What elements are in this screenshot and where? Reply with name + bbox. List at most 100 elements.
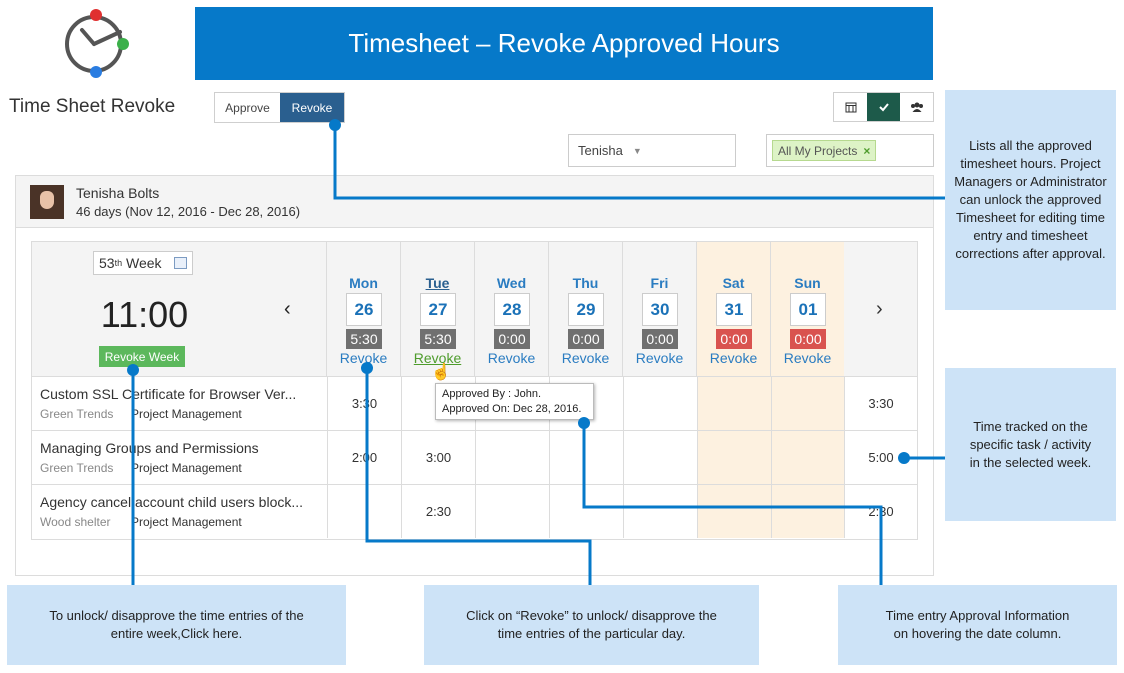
day-date: 26 [346,293,382,326]
day-column-mon[interactable]: Mon 26 5:30 Revoke [327,242,401,377]
day-date: 31 [716,293,752,326]
time-cell[interactable] [623,431,697,484]
callout-text: Lists all the approved timesheet hours. … [954,138,1107,261]
day-column-fri[interactable]: Fri 30 0:00 Revoke [623,242,697,377]
callout-text: Time tracked on the specific task / acti… [969,418,1092,470]
day-name: Tue [425,275,450,291]
revoke-day-link[interactable]: Revoke [697,350,770,366]
time-cell[interactable] [697,485,771,538]
next-week-arrow-icon[interactable]: › [876,298,883,321]
day-name: Wed [496,275,527,291]
client-name: Green Trends [40,461,114,475]
time-cell[interactable]: 2:30 [401,485,475,538]
revoke-day-link[interactable]: Revoke [327,350,400,366]
day-hours-badge: 0:00 [568,329,604,349]
time-cell[interactable] [327,485,401,538]
week-picker[interactable]: 53th Week [93,251,193,275]
time-cell[interactable] [771,431,845,484]
project-tag-label: All My Projects [778,143,858,158]
time-cell[interactable] [771,377,845,430]
revoke-day-link[interactable]: Revoke [475,350,548,366]
user-name: Tenisha Bolts [76,185,160,201]
dropdown-caret-icon: ▼ [632,145,642,156]
row-total: 3:30 [844,377,917,430]
day-date: 30 [642,293,678,326]
day-column-tue[interactable]: Tue 27 5:30 Revoke [401,242,475,377]
page-title: Time Sheet Revoke [9,96,176,117]
time-cell[interactable] [623,485,697,538]
time-cell[interactable] [623,377,697,430]
time-cell[interactable]: 3:00 [401,431,475,484]
callout-approval-info: Time entry Approval Information on hover… [838,585,1117,665]
callout-revoke-week: To unlock/ disapprove the time entries o… [7,585,346,665]
user-select[interactable]: Tenisha ▼ [568,134,736,167]
time-cell[interactable] [697,431,771,484]
revoke-day-link[interactable]: Revoke [771,350,844,366]
approval-view-button[interactable] [867,93,900,121]
day-hours-badge: 0:00 [642,329,678,349]
time-cell[interactable] [475,485,549,538]
week-word: Week [125,255,162,271]
revoke-day-link[interactable]: Revoke [549,350,622,366]
next-column: › [844,242,917,377]
day-name: Thu [572,275,599,291]
day-hours-badge: 0:00 [790,329,826,349]
time-cell[interactable] [549,431,623,484]
day-hours-badge: 0:00 [716,329,752,349]
user-select-value: Tenisha [578,143,623,158]
app-logo [65,9,129,78]
users-icon [910,102,923,112]
team-view-button[interactable] [900,93,933,121]
day-hours-badge: 5:30 [420,329,456,349]
day-name: Mon [349,275,378,291]
revoke-day-link[interactable]: Revoke [623,350,696,366]
task-title[interactable]: Custom SSL Certificate for Browser Ver..… [40,386,325,402]
approve-tab[interactable]: Approve [215,93,280,122]
callout-text: Time entry Approval Information on hover… [885,608,1070,641]
banner-title: Timesheet – Revoke Approved Hours [348,28,780,58]
time-cell[interactable]: 3:30 [327,377,401,430]
task-title[interactable]: Managing Groups and Permissions [40,440,325,456]
time-cell[interactable] [697,377,771,430]
day-column-sun[interactable]: Sun 01 0:00 Revoke [771,242,845,377]
client-name: Green Trends [40,407,114,421]
callout-text: To unlock/ disapprove the time entries o… [49,608,304,641]
previous-week-arrow-icon[interactable]: ‹ [284,298,291,321]
day-name: Fri [650,275,669,291]
time-cell[interactable] [549,485,623,538]
project-name: Project Management [131,461,242,475]
project-tag: All My Projects × [772,140,877,161]
calendar-view-button[interactable] [834,93,867,121]
callout-approved-list: Lists all the approved timesheet hours. … [945,90,1116,310]
day-hours-badge: 5:30 [346,329,382,349]
page-banner: Timesheet – Revoke Approved Hours [195,7,933,80]
day-column-wed[interactable]: Wed 28 0:00 Revoke [475,242,549,377]
avatar [30,185,64,219]
view-switcher [833,92,934,122]
calendar-icon[interactable] [174,257,187,269]
revoke-tab[interactable]: Revoke [280,93,344,122]
callout-revoke-day: Click on “Revoke” to unlock/ disapprove … [424,585,759,665]
day-column-thu[interactable]: Thu 29 0:00 Revoke [549,242,623,377]
time-cell[interactable] [771,485,845,538]
day-hours-badge: 0:00 [494,329,530,349]
day-column-sat[interactable]: Sat 31 0:00 Revoke [697,242,771,377]
week-number-suffix: th [114,258,123,268]
table-row: Managing Groups and Permissions Green Tre… [32,431,917,485]
time-cell[interactable] [475,431,549,484]
project-filter-field[interactable]: All My Projects × [766,134,934,167]
tooltip-approved-by: Approved By : John. [442,388,542,400]
row-total: 5:00 [844,431,917,484]
remove-tag-icon[interactable]: × [863,144,870,158]
revoke-week-button[interactable]: Revoke Week [99,346,185,367]
day-date: 29 [568,293,604,326]
day-date: 01 [790,293,826,326]
task-title[interactable]: Agency cancel account child users block.… [40,494,325,510]
table-row: Agency cancel account child users block.… [32,485,917,539]
hand-cursor-icon: ☝ [431,364,451,381]
row-total: 2:30 [844,485,917,538]
client-name: Wood shelter [40,515,111,529]
week-number: 53 [99,255,115,271]
project-name: Project Management [131,515,242,529]
time-cell[interactable]: 2:00 [327,431,401,484]
